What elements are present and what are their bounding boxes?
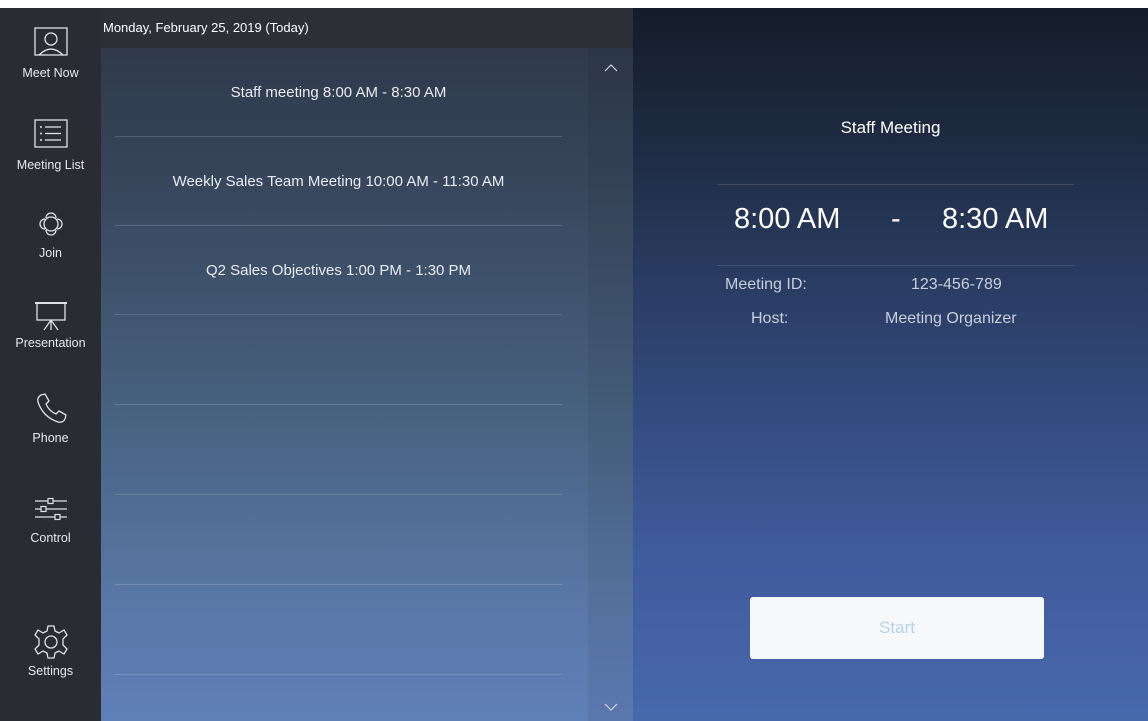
start-time: 8:00 AM [734, 203, 841, 235]
meeting-id-value: 123-456-789 [911, 276, 1002, 293]
empty-list-slot [115, 406, 562, 495]
empty-list-slot [115, 496, 562, 585]
empty-list-slot [115, 316, 562, 405]
meeting-list: Staff meeting 8:00 AM - 8:30 AM Weekly S… [115, 48, 562, 721]
start-button[interactable]: Start [750, 597, 1044, 659]
sidebar-item-label: Control [30, 531, 71, 545]
sidebar-item-label: Presentation [15, 336, 86, 350]
sidebar-item-label: Meeting List [16, 158, 85, 172]
sidebar-item-label: Phone [32, 431, 69, 445]
meeting-list-item[interactable]: Q2 Sales Objectives 1:00 PM - 1:30 PM [115, 226, 562, 315]
end-time: 8:30 AM [942, 203, 1049, 235]
time-separator: - [891, 203, 901, 235]
sidebar-item-meeting-list[interactable]: Meeting List [0, 100, 101, 186]
empty-list-slot [115, 586, 562, 675]
phone-icon [36, 393, 67, 423]
join-icon [38, 212, 63, 236]
host-label: Host: [751, 310, 789, 327]
meeting-list-item[interactable]: Weekly Sales Team Meeting 10:00 AM - 11:… [115, 137, 562, 226]
divider [717, 265, 1074, 266]
gear-icon [33, 625, 68, 659]
scroll-down-button[interactable] [588, 693, 633, 721]
sidebar-item-meet-now[interactable]: Meet Now [0, 8, 101, 94]
sidebar: Meet Now Meeting List Join Presentation … [0, 8, 101, 721]
list-scrollbar[interactable] [588, 48, 633, 721]
meeting-item-label: Q2 Sales Objectives 1:00 PM - 1:30 PM [205, 261, 472, 279]
meeting-title: Staff Meeting [840, 118, 941, 137]
meeting-id-label: Meeting ID: [725, 276, 807, 293]
sidebar-item-settings[interactable]: Settings [0, 606, 101, 692]
meeting-list-panel: Monday, February 25, 2019 (Today) Staff … [101, 8, 633, 721]
meeting-detail-panel: Staff Meeting 8:00 AM - 8:30 AM Meeting … [633, 8, 1148, 721]
person-icon [33, 27, 68, 56]
sidebar-item-label: Settings [27, 664, 74, 678]
divider [717, 184, 1074, 185]
host-value: Meeting Organizer [885, 310, 1017, 327]
sidebar-item-label: Join [39, 246, 62, 260]
sidebar-item-join[interactable]: Join [0, 188, 101, 274]
room-controller-app: Meet Now Meeting List Join Presentation … [0, 8, 1148, 721]
sidebar-item-label: Meet Now [22, 66, 79, 80]
sidebar-item-control[interactable]: Control [0, 473, 101, 559]
sidebar-item-phone[interactable]: Phone [0, 373, 101, 459]
date-header: Monday, February 25, 2019 (Today) [101, 8, 633, 48]
sliders-icon [34, 497, 67, 521]
chevron-down-icon [604, 703, 617, 711]
projector-screen-icon [34, 302, 67, 331]
meeting-item-label: Staff meeting 8:00 AM - 8:30 AM [230, 83, 447, 101]
meeting-time-range: 8:00 AM - 8:30 AM [717, 203, 1074, 243]
meeting-item-label: Weekly Sales Team Meeting 10:00 AM - 11:… [172, 172, 505, 190]
chevron-up-icon [604, 64, 617, 72]
scroll-up-button[interactable] [588, 54, 633, 82]
meeting-list-item[interactable]: Staff meeting 8:00 AM - 8:30 AM [115, 48, 562, 137]
list-icon [33, 119, 68, 148]
sidebar-item-presentation[interactable]: Presentation [0, 278, 101, 364]
